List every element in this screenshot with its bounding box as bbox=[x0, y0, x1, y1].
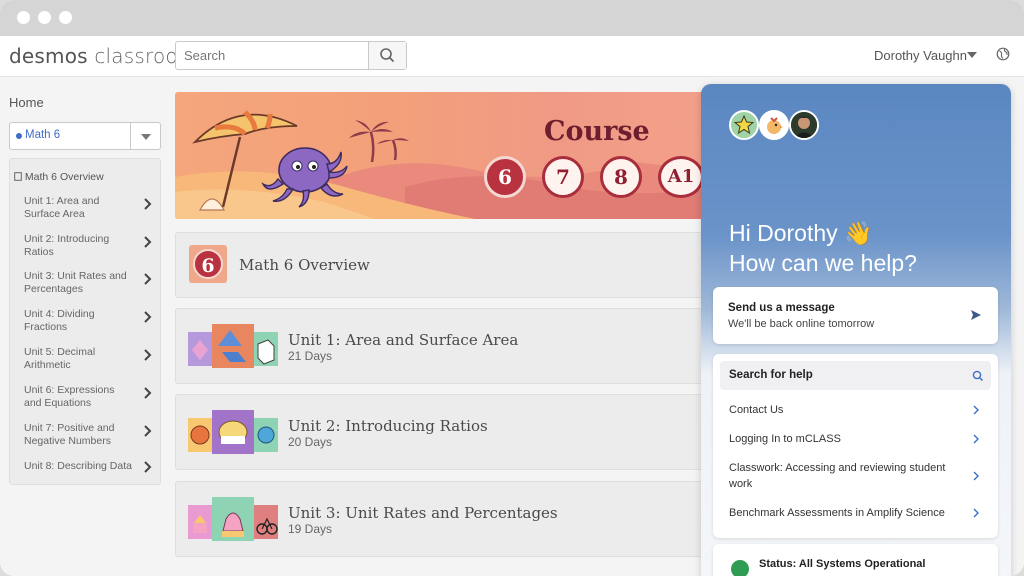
sidebar-item-unit-3[interactable]: Unit 3: Unit Rates and Percentages bbox=[24, 270, 134, 296]
course-select-toggle[interactable] bbox=[130, 123, 160, 149]
help-link-benchmark[interactable]: Benchmark Assessments in Amplify Science bbox=[729, 505, 964, 521]
search-bar[interactable]: Search bbox=[175, 41, 407, 70]
search-input[interactable]: Search bbox=[184, 48, 225, 63]
search-icon bbox=[380, 48, 394, 62]
overview-card[interactable]: 6 Math 6 Overview bbox=[175, 232, 717, 298]
user-menu[interactable]: Dorothy Vaughn bbox=[874, 48, 967, 63]
chevron-down-icon bbox=[141, 134, 151, 140]
unit-card-3[interactable]: Unit 3: Unit Rates and Percentages 19 Da… bbox=[175, 481, 717, 557]
shapes-icon bbox=[188, 324, 278, 368]
course-button-7[interactable]: 7 bbox=[542, 156, 584, 198]
course-button-a1[interactable]: A1 bbox=[658, 156, 704, 198]
search-button[interactable] bbox=[368, 42, 406, 69]
help-articles-card: Search for help Contact Us Logging In to… bbox=[713, 354, 998, 538]
unit-2-title: Unit 2: Introducing Ratios bbox=[288, 417, 488, 435]
chevron-right-icon[interactable] bbox=[973, 405, 979, 415]
status-text: Status: All Systems Operational bbox=[759, 558, 926, 570]
course-banner bbox=[175, 92, 715, 219]
unit-card-2[interactable]: Unit 2: Introducing Ratios 20 Days bbox=[175, 394, 717, 470]
help-link-mclass[interactable]: Logging In to mCLASS bbox=[729, 431, 964, 447]
desmos-logo[interactable]: desmos classroom bbox=[9, 44, 198, 68]
sidebar-overview-label: Math 6 Overview bbox=[24, 171, 104, 183]
sidebar-item-unit-2[interactable]: Unit 2: Introducing Ratios bbox=[24, 233, 134, 259]
top-header: desmos classroom Search Dorothy Vaughn bbox=[0, 36, 1024, 77]
chevron-right-icon[interactable] bbox=[143, 386, 152, 400]
chevron-right-icon[interactable] bbox=[973, 508, 979, 518]
unit-nav-list: Math 6 Overview Unit 1: Area and Surface… bbox=[9, 158, 161, 485]
overview-badge-number: 6 bbox=[193, 249, 223, 279]
unit-card-1[interactable]: Unit 1: Area and Surface Area 21 Days bbox=[175, 308, 717, 384]
title-bar bbox=[0, 0, 1024, 36]
help-search-label: Search for help bbox=[729, 369, 813, 381]
unit-1-title: Unit 1: Area and Surface Area bbox=[288, 331, 519, 349]
browser-window: desmos classroom Search Dorothy Vaughn H… bbox=[0, 0, 1024, 576]
sidebar-item-unit-5[interactable]: Unit 5: Decimal Arithmetic bbox=[24, 346, 134, 372]
course-heading: Course bbox=[544, 116, 650, 147]
sidebar-item-unit-6[interactable]: Unit 6: Expressions and Equations bbox=[24, 384, 134, 410]
window-dot-maximize[interactable] bbox=[59, 11, 72, 24]
person-avatar-icon bbox=[789, 110, 819, 140]
help-link-classwork[interactable]: Classwork: Accessing and reviewing stude… bbox=[729, 460, 964, 492]
course-button-6[interactable]: 6 bbox=[484, 156, 526, 198]
bullet-icon bbox=[16, 133, 22, 139]
help-link-contact-us[interactable]: Contact Us bbox=[729, 402, 964, 418]
document-icon bbox=[14, 172, 22, 181]
unit-3-days: 19 Days bbox=[288, 522, 333, 536]
globe-icon[interactable] bbox=[996, 47, 1010, 61]
chevron-right-icon[interactable] bbox=[143, 460, 152, 474]
sidebar-item-overview[interactable]: Math 6 Overview bbox=[14, 171, 104, 183]
window-dot-minimize[interactable] bbox=[38, 11, 51, 24]
chevron-right-icon[interactable] bbox=[143, 272, 152, 286]
sidebar-item-unit-8[interactable]: Unit 8: Describing Data bbox=[24, 460, 134, 473]
send-icon[interactable] bbox=[970, 309, 982, 321]
sidebar-item-unit-7[interactable]: Unit 7: Positive and Negative Numbers bbox=[24, 422, 134, 448]
help-greeting: Hi Dorothy 👋 How can we help? bbox=[729, 218, 917, 278]
sidebar-item-unit-1[interactable]: Unit 1: Area and Surface Area bbox=[24, 195, 134, 221]
sidebar-item-unit-4[interactable]: Unit 4: Dividing Fractions bbox=[24, 308, 134, 334]
greeting-line-2: How can we help? bbox=[729, 250, 917, 276]
unit-2-days: 20 Days bbox=[288, 435, 333, 449]
window-dot-close[interactable] bbox=[17, 11, 30, 24]
overview-badge: 6 bbox=[189, 245, 227, 283]
overview-title: Math 6 Overview bbox=[239, 256, 370, 274]
home-link[interactable]: Home bbox=[9, 95, 44, 110]
system-status-card[interactable]: Status: All Systems Operational bbox=[713, 544, 998, 576]
unit-3-title: Unit 3: Unit Rates and Percentages bbox=[288, 504, 558, 522]
logo-primary: desmos bbox=[9, 44, 88, 68]
help-search-input[interactable]: Search for help bbox=[720, 361, 991, 390]
chevron-right-icon[interactable] bbox=[973, 434, 979, 444]
chick-avatar-icon bbox=[759, 110, 789, 140]
beach-illustration bbox=[175, 110, 715, 219]
food-icon bbox=[188, 410, 278, 454]
chevron-right-icon[interactable] bbox=[143, 235, 152, 249]
help-widget-panel: Hi Dorothy 👋 How can we help? Send us a … bbox=[701, 84, 1011, 576]
unit-1-days: 21 Days bbox=[288, 349, 333, 363]
chevron-down-icon[interactable] bbox=[967, 52, 977, 58]
chevron-right-icon[interactable] bbox=[143, 424, 152, 438]
chevron-right-icon[interactable] bbox=[143, 197, 152, 211]
star-avatar-icon bbox=[729, 110, 759, 140]
page-content: desmos classroom Search Dorothy Vaughn H… bbox=[0, 36, 1024, 576]
chevron-right-icon[interactable] bbox=[143, 310, 152, 324]
greeting-line-1: Hi Dorothy 👋 bbox=[729, 220, 873, 246]
treats-icon bbox=[188, 497, 278, 541]
send-message-card[interactable]: Send us a message We'll be back online t… bbox=[713, 287, 998, 344]
course-button-8[interactable]: 8 bbox=[600, 156, 642, 198]
course-select[interactable]: Math 6 bbox=[9, 122, 161, 150]
status-ok-icon bbox=[731, 560, 749, 576]
chevron-right-icon[interactable] bbox=[143, 348, 152, 362]
send-message-subtitle: We'll be back online tomorrow bbox=[728, 318, 875, 330]
search-icon[interactable] bbox=[972, 370, 984, 382]
chevron-right-icon[interactable] bbox=[973, 471, 979, 481]
send-message-title: Send us a message bbox=[728, 302, 835, 314]
course-select-value: Math 6 bbox=[25, 129, 61, 141]
